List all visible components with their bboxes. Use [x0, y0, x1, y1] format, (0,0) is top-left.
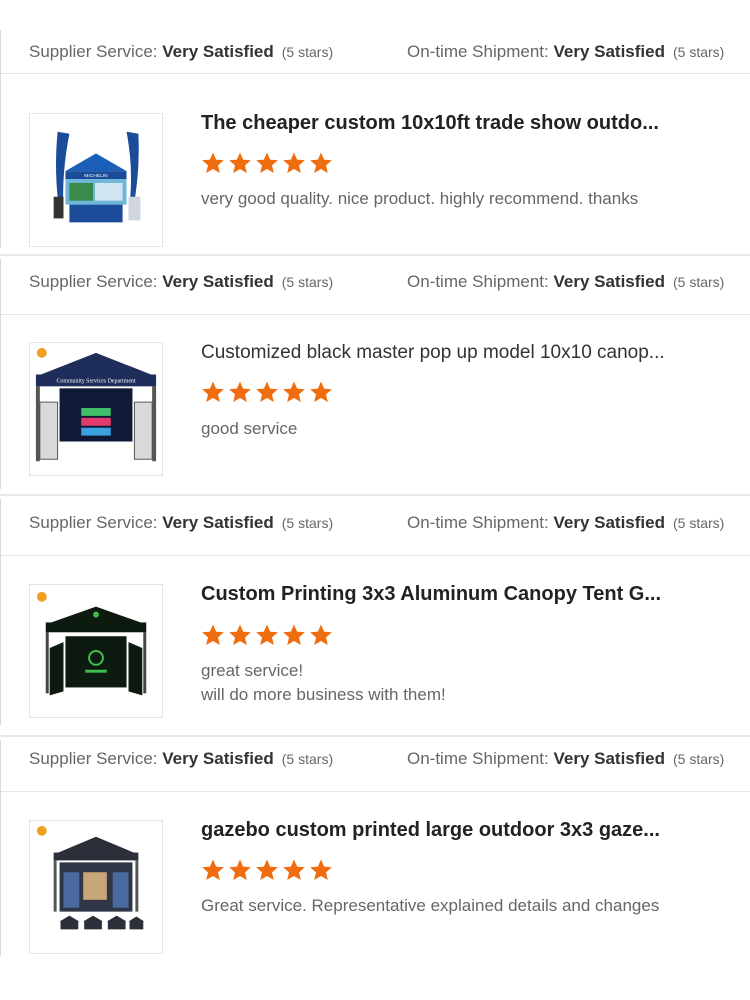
supplier-service-stars: (5 stars): [281, 44, 334, 60]
review-text-line: very good quality. nice product. highly …: [201, 189, 639, 208]
shipment-stars: (5 stars): [672, 44, 725, 60]
product-thumbnail[interactable]: [29, 820, 163, 954]
navy-canopy-tent-image: Community Services Department: [30, 343, 162, 475]
supplier-service-value: Very Satisfied: [162, 42, 274, 61]
star-icon: [229, 859, 251, 880]
rating-row: Supplier Service: Very Satisfied (5 stars…: [1, 259, 750, 315]
review-card: Supplier Service: Very Satisfied (5 stars…: [0, 740, 750, 956]
black-green-canopy-tent-image: [30, 585, 162, 717]
review-text: good service: [201, 417, 741, 441]
star-rating: [201, 623, 333, 649]
shipment-label: On-time Shipment:: [407, 272, 549, 291]
shipment-label: On-time Shipment:: [407, 42, 549, 61]
shipment-stars: (5 stars): [672, 274, 725, 290]
rating-row: Supplier Service: Very Satisfied (5 stars…: [1, 30, 750, 74]
shipment-stars: (5 stars): [672, 751, 725, 767]
supplier-service-label: Supplier Service:: [29, 749, 158, 768]
card-divider: [0, 735, 750, 737]
star-icon: [256, 624, 278, 645]
rating-row: Supplier Service: Very Satisfied (5 stars…: [1, 740, 750, 792]
product-thumbnail[interactable]: MICHELIN: [29, 113, 163, 247]
supplier-service-rating: Supplier Service: Very Satisfied (5 stars…: [29, 272, 333, 292]
supplier-service-value: Very Satisfied: [162, 513, 274, 532]
card-divider: [0, 494, 750, 496]
thumbnail-brand: MICHELIN: [84, 173, 108, 179]
star-rating: [201, 858, 333, 884]
star-icon: [202, 624, 224, 645]
supplier-service-label: Supplier Service:: [29, 42, 158, 61]
star-icon: [283, 152, 305, 173]
shipment-value: Very Satisfied: [553, 272, 665, 291]
shipment-label: On-time Shipment:: [407, 749, 549, 768]
supplier-service-rating: Supplier Service: Very Satisfied (5 stars…: [29, 42, 333, 62]
review-card: Supplier Service: Very Satisfied (5 stars…: [0, 259, 750, 489]
star-icon: [256, 859, 278, 880]
shipment-rating: On-time Shipment: Very Satisfied (5 stars…: [407, 272, 724, 292]
supplier-service-label: Supplier Service:: [29, 513, 158, 532]
star-icon: [202, 859, 224, 880]
supplier-service-rating: Supplier Service: Very Satisfied (5 stars…: [29, 749, 333, 769]
star-icon: [202, 381, 224, 402]
supplier-service-stars: (5 stars): [281, 751, 334, 767]
star-icon: [310, 624, 332, 645]
star-rating: [201, 151, 333, 177]
shipment-value: Very Satisfied: [553, 513, 665, 532]
review-card: Supplier Service: Very Satisfied (5 stars…: [0, 30, 750, 248]
review-text: great service! will do more business wit…: [201, 659, 741, 707]
star-icon: [229, 381, 251, 402]
star-icon: [310, 152, 332, 173]
review-text-line: great service!: [201, 661, 304, 680]
star-icon: [229, 152, 251, 173]
shipment-rating: On-time Shipment: Very Satisfied (5 stars…: [407, 749, 724, 769]
star-icon: [283, 859, 305, 880]
review-text-line: good service: [201, 419, 298, 438]
review-text: Great service. Representative explained …: [201, 894, 741, 918]
shipment-rating: On-time Shipment: Very Satisfied (5 stars…: [407, 42, 724, 62]
star-icon: [310, 859, 332, 880]
supplier-service-label: Supplier Service:: [29, 272, 158, 291]
supplier-service-stars: (5 stars): [281, 515, 334, 531]
thumbnail-brand: Community Services Department: [56, 378, 135, 384]
star-icon: [256, 381, 278, 402]
product-title[interactable]: Customized black master pop up model 10x…: [201, 342, 741, 364]
shipment-rating: On-time Shipment: Very Satisfied (5 stars…: [407, 513, 724, 533]
review-card: Supplier Service: Very Satisfied (5 stars…: [0, 499, 750, 725]
product-title[interactable]: Custom Printing 3x3 Aluminum Canopy Tent…: [201, 583, 741, 606]
product-thumbnail[interactable]: Community Services Department: [29, 342, 163, 476]
blue-trade-show-tent-image: MICHELIN: [30, 114, 162, 246]
shipment-label: On-time Shipment:: [407, 513, 549, 532]
shipment-stars: (5 stars): [672, 515, 725, 531]
supplier-service-stars: (5 stars): [281, 274, 334, 290]
star-icon: [283, 381, 305, 402]
shipment-value: Very Satisfied: [553, 42, 665, 61]
shipment-value: Very Satisfied: [553, 749, 665, 768]
product-title[interactable]: gazebo custom printed large outdoor 3x3 …: [201, 819, 741, 842]
review-text-line: Great service. Representative explained …: [201, 896, 660, 915]
star-icon: [229, 624, 251, 645]
star-rating: [201, 380, 333, 406]
star-icon: [310, 381, 332, 402]
star-icon: [256, 152, 278, 173]
dark-gazebo-tent-image: [30, 821, 162, 953]
product-title[interactable]: The cheaper custom 10x10ft trade show ou…: [201, 112, 741, 135]
product-thumbnail[interactable]: [29, 584, 163, 718]
rating-row: Supplier Service: Very Satisfied (5 stars…: [1, 499, 750, 556]
star-icon: [283, 624, 305, 645]
review-text-line: will do more business with them!: [201, 685, 446, 704]
supplier-service-value: Very Satisfied: [162, 272, 274, 291]
supplier-service-value: Very Satisfied: [162, 749, 274, 768]
review-text: very good quality. nice product. highly …: [201, 187, 741, 211]
card-divider: [0, 254, 750, 256]
star-icon: [202, 152, 224, 173]
supplier-service-rating: Supplier Service: Very Satisfied (5 stars…: [29, 513, 333, 533]
